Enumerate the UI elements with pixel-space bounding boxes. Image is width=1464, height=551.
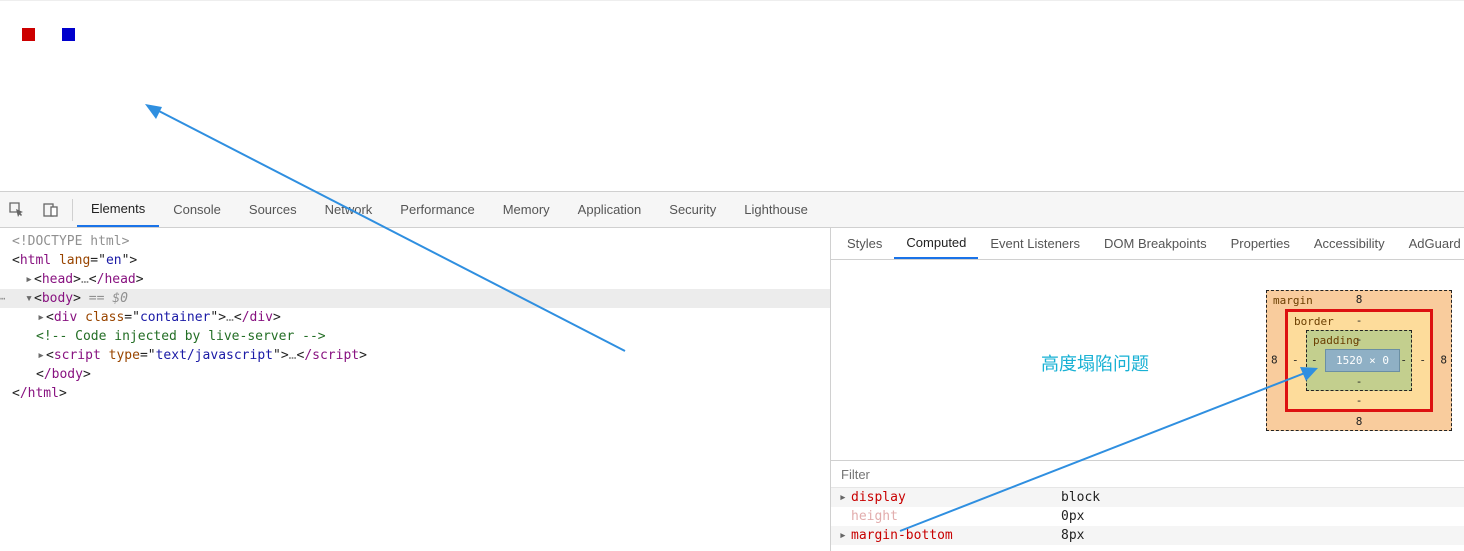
prop-name: display	[851, 490, 1061, 505]
computed-properties[interactable]: ▸displayblockheight0px▸margin-bottom8px	[831, 488, 1464, 545]
side-tab-computed[interactable]: Computed	[894, 228, 978, 259]
inspect-element-icon[interactable]	[0, 192, 34, 228]
computed-prop[interactable]: ▸margin-bottom8px	[831, 526, 1464, 545]
side-tab-dom-breakpoints[interactable]: DOM Breakpoints	[1092, 228, 1219, 259]
elements-panel[interactable]: <!DOCTYPE html> <html lang="en"> ▸<head>…	[0, 228, 830, 551]
expand-icon	[839, 509, 851, 524]
expand-icon[interactable]: ▸	[36, 346, 46, 365]
tab-security[interactable]: Security	[655, 192, 730, 227]
expand-icon[interactable]: ▸	[839, 528, 851, 543]
dom-body-selected[interactable]: ⋯ ▾<body> == $0	[0, 289, 830, 308]
tab-memory[interactable]: Memory	[489, 192, 564, 227]
expand-icon[interactable]: ▸	[24, 270, 34, 289]
devtools-toolbar: ElementsConsoleSourcesNetworkPerformance…	[0, 192, 1464, 228]
dom-html-tag[interactable]: html	[20, 253, 51, 268]
box-model-area: 高度塌陷问题 margin 8 8 8 8 border -	[831, 260, 1464, 460]
filter-input[interactable]	[839, 466, 1456, 483]
side-tab-properties[interactable]: Properties	[1219, 228, 1302, 259]
side-panel: StylesComputedEvent ListenersDOM Breakpo…	[830, 228, 1464, 551]
tab-sources[interactable]: Sources	[235, 192, 311, 227]
tab-elements[interactable]: Elements	[77, 192, 159, 227]
toolbar-tabs: ElementsConsoleSourcesNetworkPerformance…	[77, 192, 822, 227]
tab-console[interactable]: Console	[159, 192, 235, 227]
computed-prop[interactable]: height0px	[831, 507, 1464, 526]
toolbar-separator	[72, 199, 73, 221]
tab-performance[interactable]: Performance	[386, 192, 488, 227]
prop-value: block	[1061, 490, 1100, 505]
content-size: 1520 × 0	[1325, 349, 1400, 372]
prop-name: height	[851, 509, 1061, 524]
side-tab-event-listeners[interactable]: Event Listeners	[978, 228, 1092, 259]
side-tab-accessibility[interactable]: Accessibility	[1302, 228, 1397, 259]
device-toolbar-icon[interactable]	[34, 192, 68, 228]
border-label: border	[1294, 315, 1334, 328]
prop-value: 0px	[1061, 509, 1084, 524]
prop-value: 8px	[1061, 528, 1084, 543]
selected-marker: ⋯	[0, 289, 6, 308]
margin-label: margin	[1273, 294, 1313, 307]
side-tab-adguard[interactable]: AdGuard	[1397, 228, 1464, 259]
dom-doctype[interactable]: <!DOCTYPE html>	[12, 234, 129, 249]
side-tab-styles[interactable]: Styles	[835, 228, 894, 259]
collapse-icon[interactable]: ▾	[24, 289, 34, 308]
prop-name: margin-bottom	[851, 528, 1061, 543]
side-tabs: StylesComputedEvent ListenersDOM Breakpo…	[831, 228, 1464, 260]
dom-comment[interactable]: <!-- Code injected by live-server -->	[36, 329, 326, 344]
expand-icon[interactable]: ▸	[36, 308, 46, 327]
filter-bar	[831, 460, 1464, 488]
box-model[interactable]: margin 8 8 8 8 border - - - -	[1266, 290, 1452, 431]
padding-label: padding	[1313, 334, 1359, 347]
blue-square	[62, 28, 75, 41]
red-square	[22, 28, 35, 41]
computed-prop[interactable]: ▸displayblock	[831, 488, 1464, 507]
devtools: ElementsConsoleSourcesNetworkPerformance…	[0, 191, 1464, 551]
tab-lighthouse[interactable]: Lighthouse	[730, 192, 822, 227]
rendered-page	[0, 1, 1464, 191]
expand-icon[interactable]: ▸	[839, 490, 851, 505]
tab-application[interactable]: Application	[564, 192, 656, 227]
annotation-text: 高度塌陷问题	[1041, 350, 1149, 376]
tab-network[interactable]: Network	[311, 192, 387, 227]
